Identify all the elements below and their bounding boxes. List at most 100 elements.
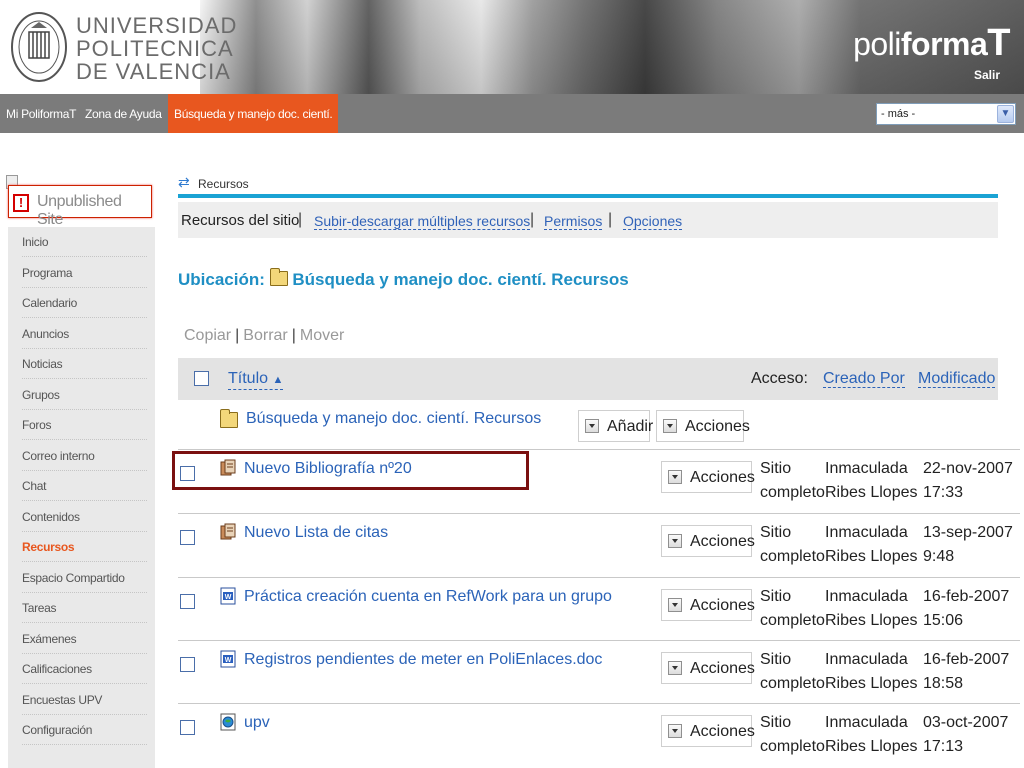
creator-value: Inmaculada Ribes Llopes	[825, 585, 918, 633]
creator-line: Ribes Llopes	[825, 675, 918, 692]
row-actions-button[interactable]: Acciones	[661, 715, 755, 747]
creator-line: Ribes Llopes	[825, 484, 918, 501]
sort-ascending-icon: ▲	[272, 374, 284, 386]
row-actions-button[interactable]: Acciones	[661, 525, 755, 557]
modified-date: 03-oct-2007	[923, 714, 1009, 731]
location-breadcrumb: Ubicación: Búsqueda y manejo doc. cientí…	[178, 268, 629, 290]
row-checkbox[interactable]	[180, 720, 195, 735]
logout-link[interactable]: Salir	[974, 68, 1000, 82]
sidebar-item-calendario[interactable]: Calendario	[22, 288, 147, 318]
sidebar-item-espacio-compartido[interactable]: Espacio Compartido	[22, 563, 147, 593]
actions-button-label: Acciones	[690, 533, 755, 550]
access-column-header: Acceso:	[751, 370, 808, 387]
access-value: Sitio completo	[760, 585, 825, 633]
tab-current-site[interactable]: Búsqueda y manejo doc. cientí.	[168, 94, 339, 133]
resource-name[interactable]: Práctica creación cuenta en RefWork para…	[244, 588, 612, 606]
sidebar-item-grupos[interactable]: Grupos	[22, 380, 147, 410]
separator: |	[608, 211, 613, 228]
sidebar-item-calificaciones[interactable]: Calificaciones	[22, 654, 147, 684]
creator-line: Inmaculada	[825, 460, 908, 477]
sidebar-item-inicio[interactable]: Inicio	[22, 227, 147, 257]
access-line: completo	[760, 484, 825, 501]
location-path[interactable]: Búsqueda y manejo doc. cientí. Recursos	[292, 270, 628, 289]
sort-by-created-by[interactable]: Creado Por	[823, 370, 905, 388]
chevron-down-icon	[668, 724, 682, 738]
brand-cap: T	[987, 22, 1010, 64]
word-document-icon: W	[220, 650, 236, 668]
move-action[interactable]: Mover	[300, 327, 344, 344]
sidebar-item-examenes[interactable]: Exámenes	[22, 624, 147, 654]
row-actions-button[interactable]: Acciones	[661, 461, 755, 493]
access-line: Sitio	[760, 588, 792, 605]
university-seal-icon	[11, 12, 67, 82]
tab-mi-poliformat[interactable]: Mi PoliformaT	[2, 94, 80, 133]
creator-value: Inmaculada Ribes Llopes	[825, 648, 918, 696]
modified-date: 16-feb-2007	[923, 588, 1010, 605]
creator-value: Inmaculada Ribes Llopes	[825, 711, 918, 759]
upload-download-link[interactable]: Subir-descargar múltiples recursos	[314, 214, 531, 230]
permissions-link[interactable]: Permisos	[544, 214, 603, 230]
folder-actions-button[interactable]: Acciones	[656, 410, 750, 442]
sort-by-modified[interactable]: Modificado	[918, 370, 996, 388]
tab-zona-de-ayuda[interactable]: Zona de Ayuda	[81, 94, 166, 133]
access-line: completo	[760, 548, 825, 565]
sidebar-item-foros[interactable]: Foros	[22, 410, 147, 440]
separator: |	[235, 327, 240, 344]
row-checkbox[interactable]	[180, 657, 195, 672]
sidebar-item-chat[interactable]: Chat	[22, 471, 147, 501]
sidebar-item-correo-interno[interactable]: Correo interno	[22, 441, 147, 471]
row-actions-button[interactable]: Acciones	[661, 589, 755, 621]
row-checkbox[interactable]	[180, 530, 195, 545]
modified-date: 13-sep-2007	[923, 524, 1013, 541]
university-name-line: DE VALENCIA	[76, 59, 231, 84]
sidebar-item-configuracion[interactable]: Configuración	[22, 715, 147, 745]
sort-by-title[interactable]: Título ▲	[228, 370, 284, 390]
modified-value: 03-oct-2007 17:13	[923, 711, 1008, 759]
options-link[interactable]: Opciones	[623, 214, 683, 230]
resource-name[interactable]: Nuevo Lista de citas	[244, 524, 388, 542]
copy-action[interactable]: Copiar	[184, 327, 231, 344]
chevron-down-icon	[668, 598, 682, 612]
modified-time: 17:13	[923, 738, 964, 755]
creator-line: Inmaculada	[825, 524, 908, 541]
sidebar-item-tareas[interactable]: Tareas	[22, 593, 147, 623]
sidebar-item-encuestas-upv[interactable]: Encuestas UPV	[22, 685, 147, 715]
access-line: completo	[760, 738, 825, 755]
brand-light: poli	[853, 26, 901, 62]
university-name-line: POLITECNICA	[76, 36, 234, 61]
university-name-line: UNIVERSIDAD	[76, 13, 238, 38]
sidebar-item-programa[interactable]: Programa	[22, 258, 147, 288]
resource-name[interactable]: Registros pendientes de meter en PoliEnl…	[244, 651, 602, 669]
actions-button-label: Acciones	[690, 723, 755, 740]
modified-date: 22-nov-2007	[923, 460, 1013, 477]
modified-value: 22-nov-2007 17:33	[923, 457, 1013, 505]
actions-button-label: Acciones	[690, 597, 755, 614]
svg-text:W: W	[225, 594, 232, 601]
web-link-icon	[220, 713, 236, 731]
modified-time: 17:33	[923, 484, 964, 501]
reset-icon[interactable]: ⇄	[178, 174, 190, 191]
sidebar-item-recursos[interactable]: Recursos	[22, 532, 147, 562]
separator: |	[530, 211, 535, 228]
sidebar-item-noticias[interactable]: Noticias	[22, 349, 147, 379]
modified-time: 9:48	[923, 548, 955, 565]
row-checkbox[interactable]	[180, 594, 195, 609]
select-all-checkbox[interactable]	[194, 371, 209, 386]
actions-button-label: Acciones	[685, 418, 750, 435]
site-header: UNIVERSIDAD POLITECNICA DE VALENCIA poli…	[0, 0, 1024, 94]
folder-name[interactable]: Búsqueda y manejo doc. cientí. Recursos	[246, 410, 541, 428]
highlight-box	[172, 451, 529, 490]
delete-action[interactable]: Borrar	[243, 327, 287, 344]
add-button[interactable]: Añadir	[578, 410, 653, 442]
resource-name[interactable]: upv	[244, 714, 270, 732]
sidebar-item-contenidos[interactable]: Contenidos	[22, 502, 147, 532]
row-actions-button[interactable]: Acciones	[661, 652, 755, 684]
bulk-actions: Copiar | Borrar | Mover	[184, 327, 344, 345]
more-sites-select[interactable]: - más - ▼	[876, 103, 1016, 125]
chevron-down-icon[interactable]: ▼	[997, 105, 1014, 123]
sidebar-item-anuncios[interactable]: Anuncios	[22, 319, 147, 349]
modified-time: 18:58	[923, 675, 964, 692]
table-row: upv Acciones Sitio completo Inmaculada Rib…	[178, 704, 1020, 768]
university-name: UNIVERSIDAD POLITECNICA DE VALENCIA	[76, 14, 237, 83]
university-logo[interactable]: UNIVERSIDAD POLITECNICA DE VALENCIA	[0, 0, 236, 94]
